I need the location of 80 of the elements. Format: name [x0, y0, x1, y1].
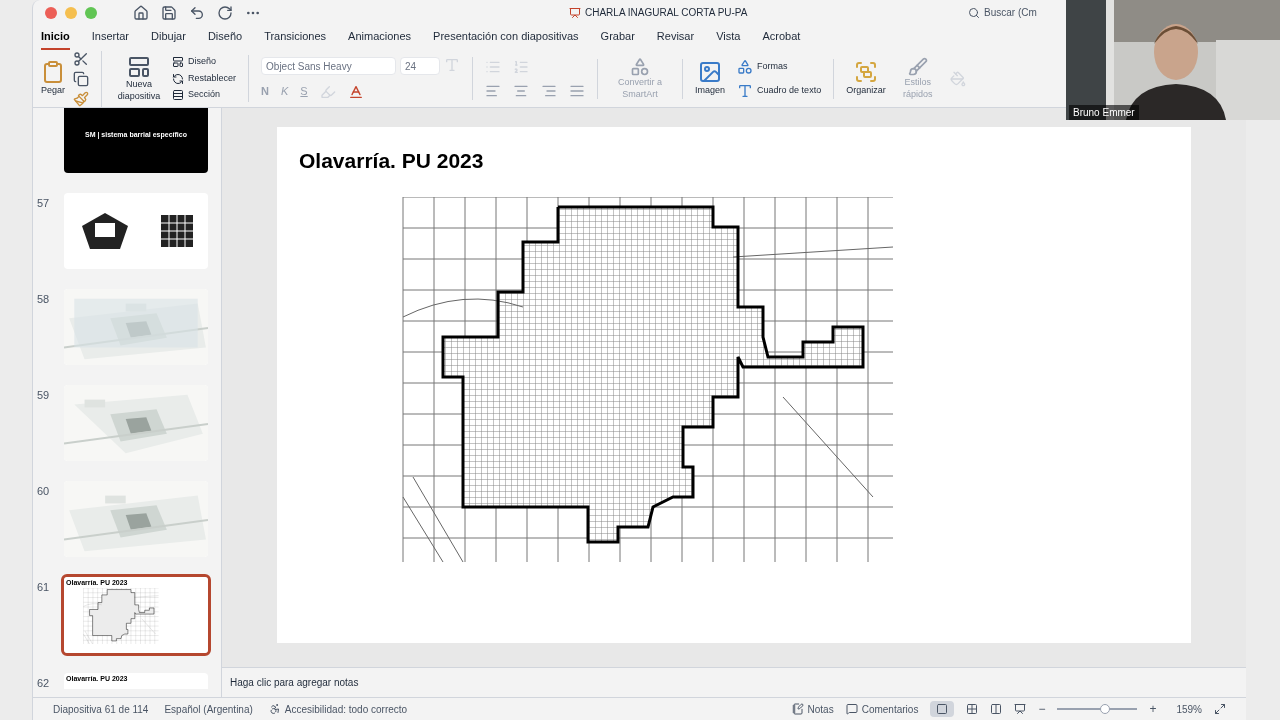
close-button[interactable]	[45, 6, 57, 19]
arrange-button[interactable]: Organizar	[846, 59, 886, 98]
reset-icon	[172, 72, 185, 85]
ribbon-tab[interactable]: Animaciones	[348, 27, 412, 50]
font-name-field[interactable]: Object Sans Heavy	[261, 57, 397, 76]
ribbon-tab[interactable]: Transiciones	[264, 27, 327, 50]
slide-icon	[127, 55, 152, 80]
paste-button[interactable]: Pegar	[41, 59, 66, 98]
block-grid-drawing	[160, 215, 193, 247]
ribbon-tab[interactable]: Grabar	[600, 27, 635, 50]
window-title: CHARLA INAGURAL CORTA PU-PA	[585, 6, 748, 20]
new-slide-button[interactable]: Nueva diapositiva	[114, 55, 165, 102]
accessibility-button[interactable]: Accesibilidad: todo correcto	[268, 701, 408, 717]
comments-button[interactable]: Comentarios	[845, 701, 919, 717]
ribbon-tab[interactable]: Revisar	[656, 27, 695, 50]
slide-counter: Diapositiva 61 de 114	[53, 702, 149, 717]
slide-number: 57	[37, 197, 50, 209]
grid-view-icon[interactable]	[966, 703, 979, 715]
normal-view-button[interactable]	[930, 701, 955, 717]
language-label[interactable]: Español (Argentina)	[164, 701, 253, 717]
search-field[interactable]: Buscar (Cm	[984, 5, 1062, 20]
slide-number: 62	[37, 677, 50, 689]
normal-view-icon	[936, 703, 949, 715]
ribbon-tab[interactable]: Diseño	[207, 27, 243, 50]
slide-title[interactable]: Olavarría. PU 2023	[299, 145, 1191, 177]
slide-number: 60	[37, 485, 50, 497]
ribbon-tab[interactable]: Vista	[716, 27, 741, 50]
shapes-icon	[737, 58, 754, 75]
cut-icon[interactable]	[73, 50, 90, 67]
redo-icon[interactable]	[217, 4, 233, 21]
zoom-in-button[interactable]: +	[1149, 700, 1157, 718]
slideshow-icon[interactable]	[1014, 703, 1027, 715]
zoom-out-button[interactable]: −	[1038, 700, 1046, 718]
brush-icon	[907, 57, 928, 78]
image-button[interactable]: Imagen	[695, 59, 726, 98]
shapes-button[interactable]: Formas	[737, 58, 822, 75]
accessibility-icon	[268, 703, 281, 715]
layout-button[interactable]: Diseño	[172, 55, 237, 69]
reset-button[interactable]: Restablecer	[172, 71, 237, 86]
ribbon-tab[interactable]: Presentación con diapositivas	[433, 27, 579, 50]
font-size-field[interactable]: 24	[400, 57, 441, 76]
notes-field[interactable]: Haga clic para agregar notas	[222, 667, 1246, 697]
ribbon-tab[interactable]: Insertar	[91, 27, 130, 50]
slide-number: 59	[37, 389, 50, 401]
section-icon	[172, 89, 185, 101]
smartart-icon	[630, 57, 651, 78]
notes-button[interactable]: Notas	[791, 701, 834, 717]
home-icon[interactable]	[133, 4, 149, 21]
font-size-icon[interactable]	[444, 57, 461, 74]
reading-view-icon[interactable]	[990, 703, 1003, 715]
comment-icon	[845, 703, 858, 715]
zoom-level: 159%	[1176, 702, 1202, 717]
search-icon[interactable]	[968, 6, 980, 19]
minimize-button[interactable]	[65, 6, 77, 19]
fill-icon[interactable]	[949, 70, 966, 87]
fit-icon[interactable]	[1214, 703, 1226, 715]
clipboard-icon	[41, 59, 65, 84]
notes-icon	[791, 703, 804, 715]
text-box-button[interactable]: Cuadro de texto	[737, 82, 822, 99]
numbering-icon[interactable]	[513, 58, 530, 75]
document-icon	[569, 6, 581, 19]
section-button[interactable]: Sección	[172, 88, 237, 102]
save-icon[interactable]	[161, 4, 177, 21]
slide-thumbnail[interactable]	[61, 190, 211, 272]
ribbon-tab[interactable]: Inicio	[41, 27, 70, 50]
undo-icon[interactable]	[189, 4, 205, 21]
slide-number: 61	[37, 581, 50, 593]
text-box-icon	[737, 82, 754, 99]
copy-icon[interactable]	[73, 70, 90, 87]
participant-name: Bruno Emmer	[1069, 105, 1139, 120]
zoom-thumb[interactable]	[1100, 704, 1111, 714]
font-color-icon[interactable]	[347, 83, 364, 100]
city-blocks-drawing	[79, 211, 130, 251]
slide-number: 58	[37, 293, 50, 305]
arrange-icon	[853, 59, 878, 84]
zoom-button[interactable]	[85, 6, 97, 19]
ribbon-tab[interactable]: Dibujar	[151, 27, 186, 50]
highlighter-icon[interactable]	[319, 83, 336, 100]
image-icon	[698, 59, 723, 84]
ribbon-tab[interactable]: Acrobat	[762, 27, 801, 50]
